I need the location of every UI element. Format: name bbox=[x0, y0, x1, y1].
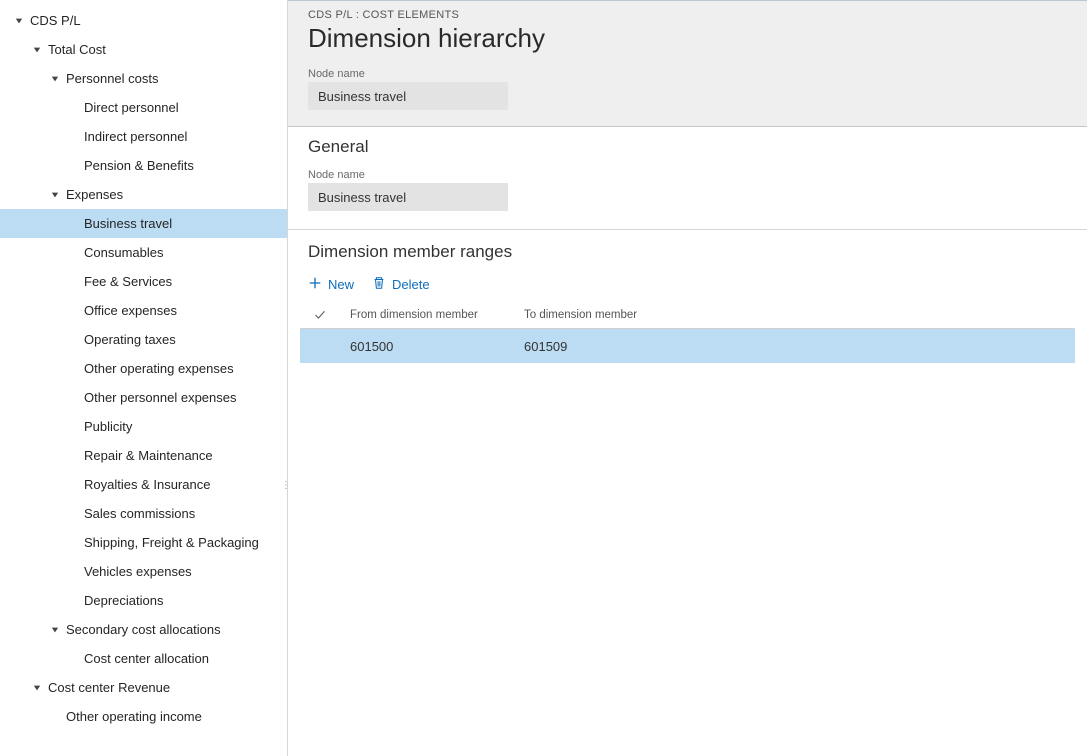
tree-item-label: Other operating expenses bbox=[84, 361, 234, 376]
tree-item-label: Vehicles expenses bbox=[84, 564, 192, 579]
ranges-grid: From dimension member To dimension membe… bbox=[300, 301, 1075, 363]
tree-item-label: Secondary cost allocations bbox=[66, 622, 221, 637]
general-section-title: General bbox=[288, 127, 1087, 163]
tree-item-label: Repair & Maintenance bbox=[84, 448, 213, 463]
tree-item[interactable]: Publicity bbox=[0, 412, 287, 441]
caret-down-icon[interactable] bbox=[32, 684, 42, 692]
tree-item-label: Cost center Revenue bbox=[48, 680, 170, 695]
new-button[interactable]: New bbox=[308, 276, 354, 293]
tree-item-label: Other personnel expenses bbox=[84, 390, 236, 405]
delete-button[interactable]: Delete bbox=[372, 276, 430, 293]
trash-icon bbox=[372, 276, 386, 293]
tree-item-label: Pension & Benefits bbox=[84, 158, 194, 173]
tree-item[interactable]: Other operating expenses bbox=[0, 354, 287, 383]
grid-row[interactable]: 601500601509 bbox=[300, 329, 1075, 363]
tree-item[interactable]: Personnel costs bbox=[0, 64, 287, 93]
tree-item[interactable]: Sales commissions bbox=[0, 499, 287, 528]
breadcrumb: CDS P/L : COST ELEMENTS bbox=[308, 9, 1067, 21]
tree-item[interactable]: Operating taxes bbox=[0, 325, 287, 354]
tree-item-label: Other operating income bbox=[66, 709, 202, 724]
hierarchy-tree-panel: CDS P/L Total Cost Personnel costs Direct p… bbox=[0, 0, 288, 756]
tree-item[interactable]: Royalties & Insurance bbox=[0, 470, 287, 499]
tree-item[interactable]: Expenses bbox=[0, 180, 287, 209]
tree-item[interactable]: Fee & Services bbox=[0, 267, 287, 296]
tree-item-label: Operating taxes bbox=[84, 332, 176, 347]
grid-header: From dimension member To dimension membe… bbox=[300, 301, 1075, 329]
header-node-name-label: Node name bbox=[308, 68, 1067, 80]
tree-item[interactable]: Consumables bbox=[0, 238, 287, 267]
tree-item-label: Business travel bbox=[84, 216, 172, 231]
from-column-header: From dimension member bbox=[340, 309, 520, 321]
tree-item[interactable]: Office expenses bbox=[0, 296, 287, 325]
tree-item[interactable]: Business travel bbox=[0, 209, 287, 238]
detail-panel: CDS P/L : COST ELEMENTS Dimension hierar… bbox=[288, 0, 1087, 756]
tree-item[interactable]: Repair & Maintenance bbox=[0, 441, 287, 470]
tree-item-label: Consumables bbox=[84, 245, 164, 260]
caret-down-icon[interactable] bbox=[50, 75, 60, 83]
from-cell[interactable]: 601500 bbox=[340, 339, 520, 354]
general-section: General Node name bbox=[288, 127, 1087, 230]
tree-item-label: Office expenses bbox=[84, 303, 177, 318]
tree-item-label: Expenses bbox=[66, 187, 123, 202]
caret-down-icon[interactable] bbox=[50, 191, 60, 199]
tree-item[interactable]: Secondary cost allocations bbox=[0, 615, 287, 644]
ranges-section-title: Dimension member ranges bbox=[288, 230, 1087, 268]
header-node-name-input[interactable] bbox=[308, 82, 508, 110]
caret-down-icon[interactable] bbox=[50, 626, 60, 634]
tree-item-label: Depreciations bbox=[84, 593, 164, 608]
delete-button-label: Delete bbox=[392, 277, 430, 292]
tree-item-label: Royalties & Insurance bbox=[84, 477, 210, 492]
caret-down-icon[interactable] bbox=[14, 17, 24, 25]
to-column-header: To dimension member bbox=[520, 309, 720, 321]
tree-item[interactable]: Total Cost bbox=[0, 35, 287, 64]
tree-item-label: Personnel costs bbox=[66, 71, 159, 86]
splitter-handle[interactable]: ⋮ bbox=[281, 480, 288, 491]
tree-item[interactable]: Direct personnel bbox=[0, 93, 287, 122]
tree-item-label: Shipping, Freight & Packaging bbox=[84, 535, 259, 550]
page-header: CDS P/L : COST ELEMENTS Dimension hierar… bbox=[288, 0, 1087, 127]
tree-item-label: Fee & Services bbox=[84, 274, 172, 289]
tree-item-label: Cost center allocation bbox=[84, 651, 209, 666]
ranges-section: Dimension member ranges New Delete Fro bbox=[288, 230, 1087, 363]
tree-item[interactable]: Pension & Benefits bbox=[0, 151, 287, 180]
plus-icon bbox=[308, 276, 322, 293]
tree-item[interactable]: Depreciations bbox=[0, 586, 287, 615]
tree-item[interactable]: Other operating income bbox=[0, 702, 287, 731]
caret-down-icon[interactable] bbox=[32, 46, 42, 54]
tree-item[interactable]: Indirect personnel bbox=[0, 122, 287, 151]
tree-item-label: CDS P/L bbox=[30, 13, 81, 28]
general-node-name-input[interactable] bbox=[308, 183, 508, 211]
page-title: Dimension hierarchy bbox=[308, 23, 1067, 54]
tree-item[interactable]: Vehicles expenses bbox=[0, 557, 287, 586]
tree-item-label: Sales commissions bbox=[84, 506, 195, 521]
tree-item-label: Indirect personnel bbox=[84, 129, 187, 144]
general-node-name-label: Node name bbox=[308, 169, 1067, 181]
tree-item[interactable]: Shipping, Freight & Packaging bbox=[0, 528, 287, 557]
new-button-label: New bbox=[328, 277, 354, 292]
check-column-header bbox=[300, 309, 340, 321]
tree-item[interactable]: CDS P/L bbox=[0, 6, 287, 35]
tree-item-label: Total Cost bbox=[48, 42, 106, 57]
tree-item[interactable]: Cost center Revenue bbox=[0, 673, 287, 702]
to-cell[interactable]: 601509 bbox=[520, 339, 720, 354]
tree-item[interactable]: Cost center allocation bbox=[0, 644, 287, 673]
tree-item-label: Direct personnel bbox=[84, 100, 179, 115]
tree-item-label: Publicity bbox=[84, 419, 132, 434]
tree-item[interactable]: Other personnel expenses bbox=[0, 383, 287, 412]
